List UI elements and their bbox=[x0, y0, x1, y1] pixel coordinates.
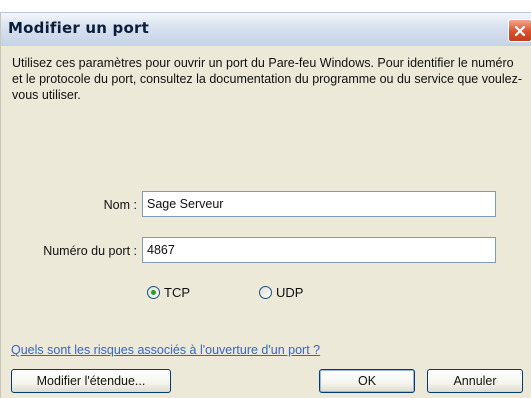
tcp-label: TCP bbox=[164, 285, 190, 300]
udp-radio[interactable]: UDP bbox=[259, 285, 303, 300]
port-number-input[interactable] bbox=[142, 237, 496, 263]
radio-selected-dot bbox=[151, 290, 156, 295]
description-text: Utilisez ces paramètres pour ouvrir un p… bbox=[12, 56, 523, 102]
close-icon bbox=[514, 25, 526, 37]
tcp-radio[interactable]: TCP bbox=[147, 285, 190, 300]
udp-label: UDP bbox=[276, 285, 304, 300]
cancel-button[interactable]: Annuler bbox=[427, 369, 523, 393]
modify-scope-button[interactable]: Modifier l'étendue... bbox=[11, 369, 171, 393]
tcp-radio-button[interactable] bbox=[147, 286, 160, 299]
ok-button[interactable]: OK bbox=[319, 369, 415, 393]
udp-radio-button[interactable] bbox=[259, 286, 272, 299]
risk-help-link[interactable]: Quels sont les risques associés à l'ouve… bbox=[11, 343, 320, 357]
dialog-content: Utilisez ces paramètres pour ouvrir un p… bbox=[1, 46, 531, 398]
dialog-title: Modifier un port bbox=[8, 19, 149, 37]
name-input[interactable] bbox=[142, 191, 496, 217]
close-button[interactable] bbox=[508, 19, 531, 42]
port-label: Numéro du port : bbox=[43, 244, 137, 258]
dialog-window: Modifier un port Utilisez ces paramètres… bbox=[0, 12, 531, 398]
name-label: Nom : bbox=[103, 198, 137, 212]
title-bar[interactable]: Modifier un port bbox=[1, 13, 531, 46]
